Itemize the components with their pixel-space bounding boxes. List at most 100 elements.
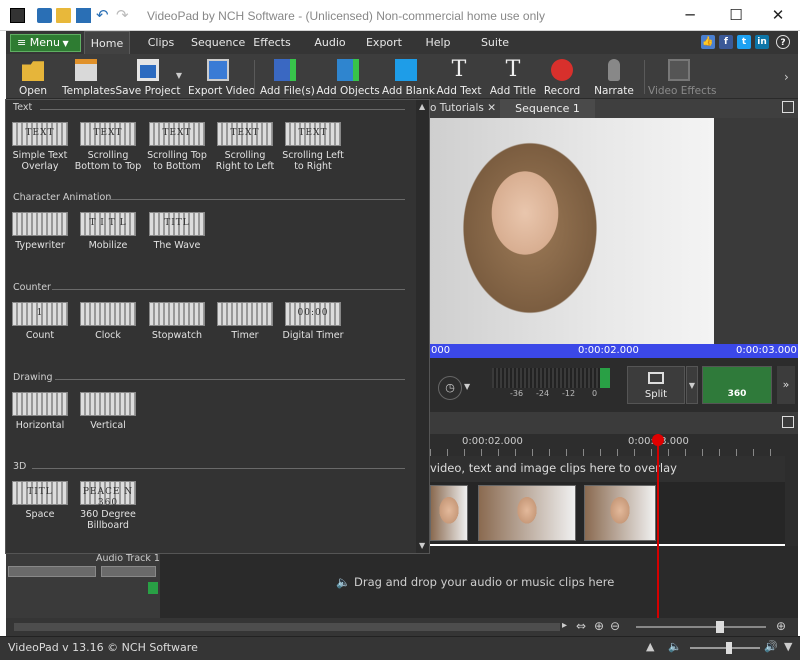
zoom-in-icon[interactable]: ⊕ [594,619,604,633]
zoom-slider[interactable] [636,626,766,628]
timeline-ruler[interactable]: 0:00:02.000 0:00:03.000 [430,434,785,456]
toolbar-divider [644,60,645,94]
video-clip[interactable] [584,485,656,541]
template-item[interactable]: Clock [74,302,142,341]
menu-button[interactable]: ≡ Menu ▼ [10,34,81,52]
tab-effects[interactable]: Effects [251,31,293,54]
video-clip[interactable] [478,485,576,541]
template-item[interactable]: 00:00 Digital Timer [279,302,347,341]
undock-icon[interactable] [782,101,794,113]
zoom-search-icon[interactable]: ⊕ [776,619,786,633]
tab-home[interactable]: Home [84,31,130,54]
close-tab-icon[interactable]: ✕ [487,102,496,114]
timeline-hscroll[interactable]: ▸ ⇔ ⊕ ⊖ ⊕ [6,618,798,636]
template-item[interactable]: TEXT Simple Text Overlay [6,122,74,172]
template-item[interactable]: TITL Space [6,481,74,520]
tab-tutorials[interactable]: o Tutorials ✕ [430,102,496,114]
timeline-vscroll[interactable] [785,434,798,546]
add-files-button[interactable]: Add File(s) [260,56,315,98]
add-text-button[interactable]: T Add Text [434,56,484,98]
template-item[interactable]: TEXT Scrolling Bottom to Top [74,122,142,172]
save-icon[interactable] [76,8,91,23]
speed-dropdown-icon[interactable]: ▼ [464,382,470,391]
template-item[interactable]: TEXT Scrolling Left to Right [279,122,347,172]
template-item[interactable]: Timer [211,302,279,341]
template-item[interactable]: Vertical [74,392,142,431]
scroll-down-icon[interactable]: ▼ [419,541,425,550]
help-icon[interactable]: ? [776,35,790,49]
split-dropdown-icon[interactable]: ▼ [686,366,698,404]
minimize-button[interactable]: ─ [670,4,710,26]
templates-button[interactable]: Templates [62,56,115,98]
add-blank-button[interactable]: Add Blank [382,56,435,98]
add-title-button[interactable]: T Add Title [488,56,538,98]
vr-360-button[interactable]: 360 [702,366,772,404]
scroll-right-icon[interactable]: ▸ [562,620,567,631]
zoom-out-icon[interactable]: ⊖ [610,619,620,633]
overlay-track-hint: video, text and image clips here to over… [430,461,677,475]
video-clip[interactable] [430,485,468,541]
add-title-label: Add Title [489,85,537,97]
template-item[interactable]: PEACE N 360 360 Degree Billboard [74,481,142,531]
narrate-button[interactable]: Narrate [590,56,638,98]
open-button[interactable]: Open [10,56,56,98]
status-dropdown-icon[interactable]: ▼ [784,640,792,653]
linkedin-icon[interactable]: in [755,35,769,49]
export-video-button[interactable]: Export Video [188,56,255,98]
template-item[interactable]: T I T L Mobilize [74,212,142,251]
master-volume-slider[interactable] [690,647,760,649]
volume-icon[interactable]: 🔈 [668,640,682,653]
overlay-track[interactable]: video, text and image clips here to over… [430,456,785,482]
video-track[interactable] [430,482,785,544]
open-folder-icon[interactable] [56,8,71,23]
speed-icon[interactable]: ◷ [438,376,462,400]
template-item[interactable]: Stopwatch [143,302,211,341]
audio-volume-slider[interactable] [8,566,96,577]
fit-timeline-icon[interactable]: ⇔ [576,619,586,633]
split-button[interactable]: Split [627,366,685,404]
video-effects-button[interactable]: Video Effects [648,56,716,98]
expand-icon[interactable]: ▲ [646,640,654,653]
section-title: 3D [13,461,27,472]
panel-scrollbar[interactable]: ▲ ▼ [416,100,429,553]
tab-suite[interactable]: Suite [478,31,512,54]
tab-sequence[interactable]: Sequence [191,31,245,54]
close-button[interactable]: ✕ [758,4,798,26]
like-icon[interactable]: 👍 [701,35,715,49]
template-item[interactable]: TITL The Wave [143,212,211,251]
redo-icon[interactable]: ↷ [116,8,131,23]
template-item[interactable]: TEXT Scrolling Right to Left [211,122,279,172]
record-button[interactable]: Record [538,56,586,98]
tab-help[interactable]: Help [423,31,453,54]
playhead-handle[interactable] [652,434,664,446]
facebook-icon[interactable]: f [719,35,733,49]
twitter-icon[interactable]: t [737,35,751,49]
volume-loud-icon[interactable]: 🔊 [764,640,778,653]
template-label: Stopwatch [151,330,203,341]
undo-icon[interactable]: ↶ [96,8,111,23]
preview-ruler[interactable]: 000 0:00:02.000 0:00:03.000 [430,344,798,358]
template-item[interactable]: TEXT Scrolling Top to Bottom [143,122,211,172]
master-volume-handle[interactable] [726,642,732,654]
template-label: Typewriter [15,240,65,251]
toolbar-more-icon[interactable]: › [784,70,789,84]
hscroll-thumb[interactable] [14,623,560,631]
new-project-icon[interactable] [37,8,52,23]
scroll-up-icon[interactable]: ▲ [419,102,425,111]
template-item[interactable]: Typewriter [6,212,74,251]
tab-clips[interactable]: Clips [142,31,180,54]
thumbnail-text: 00:00 [297,308,329,318]
tab-export[interactable]: Export [363,31,405,54]
add-objects-button[interactable]: Add Objects [316,56,380,98]
undock-timeline-icon[interactable] [782,416,794,428]
zoom-slider-handle[interactable] [716,621,724,633]
audio-pan-slider[interactable] [101,566,156,577]
save-project-button[interactable]: Save Project [114,56,182,98]
maximize-button[interactable]: ☐ [716,4,756,26]
playhead[interactable] [652,434,664,618]
tab-sequence-1[interactable]: Sequence 1 [500,99,595,118]
template-item[interactable]: Horizontal [6,392,74,431]
more-controls-icon[interactable]: » [777,366,795,404]
tab-audio[interactable]: Audio [311,31,349,54]
template-item[interactable]: 1 Count [6,302,74,341]
